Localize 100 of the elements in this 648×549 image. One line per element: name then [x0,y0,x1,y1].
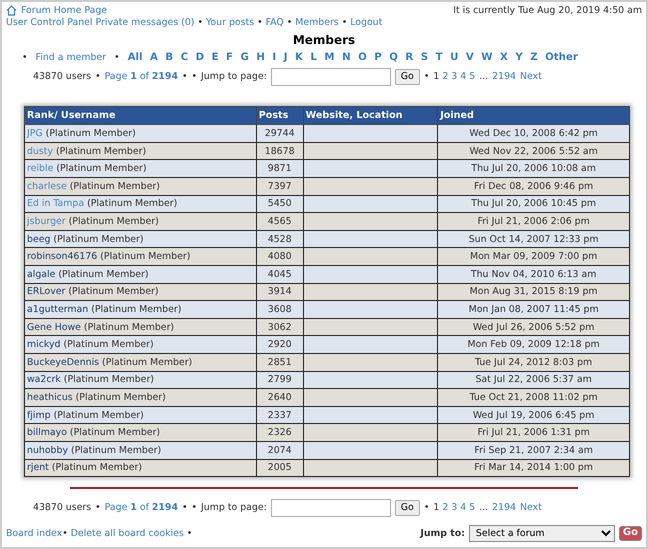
letter-link[interactable]: E [212,52,219,64]
letter-link[interactable]: J [284,52,288,64]
username-link[interactable]: charlese [27,180,67,192]
page-link[interactable]: 2 [442,502,448,514]
nav-link[interactable]: Logout [350,16,382,28]
table-cell: 9871 [256,160,304,178]
letter-link[interactable]: S [420,52,428,64]
nav-link[interactable]: User Control Panel [6,16,93,28]
letter-link[interactable]: N [342,52,351,64]
username-link[interactable]: Gene Howe [27,322,81,333]
letter-link[interactable]: A [150,52,158,64]
go-button[interactable]: Go [618,526,642,541]
page-input[interactable] [270,68,391,86]
current-page[interactable]: 1 [433,502,440,514]
username-link[interactable]: jsburger [27,216,66,228]
home-link[interactable]: Forum Home Page [21,5,108,17]
letter-link[interactable]: K [295,52,303,64]
letter-link[interactable]: F [226,52,234,64]
table-cell: 29744 [256,124,304,142]
page-input[interactable] [270,499,391,518]
go-button[interactable]: Go [394,500,420,516]
table-cell: 2640 [256,388,304,406]
username-link[interactable]: algale [27,268,56,280]
rank-label: (Platinum Member) [50,462,142,474]
next-link[interactable]: Next [520,71,542,84]
letter-link[interactable]: I [272,52,276,64]
username-link[interactable]: billmayo [27,427,67,438]
letter-link[interactable]: G [240,52,249,64]
next-link[interactable]: Next [520,502,542,514]
current-page[interactable]: 1 [433,71,440,84]
username-link[interactable]: beeg [27,234,50,245]
letter-link[interactable]: Y [515,52,523,64]
separator-dot: • [342,16,348,28]
find-member-link[interactable]: Find a member [36,52,106,64]
nav-link[interactable]: Private messages (0) [96,16,194,28]
forum-select[interactable]: Select a forum [468,525,615,542]
table-cell: Thu Nov 04, 2010 6:13 am [438,266,630,284]
rank-label: (Platinum Member) [57,268,149,280]
letter-link[interactable]: Other [545,52,578,64]
username-link[interactable]: reible [27,163,54,174]
username-link[interactable]: heathicus [27,392,73,403]
separator-dot: • [95,71,101,84]
letter-link[interactable]: All [128,52,142,64]
letter-link[interactable]: H [256,52,265,64]
page-indicator[interactable]: Page 1 of 2194 [104,71,178,84]
letter-link[interactable]: P [374,52,382,64]
page-link[interactable]: 5 [469,71,476,84]
username-link[interactable]: dusty [27,146,54,157]
letter-link[interactable]: R [405,52,414,64]
table-cell: Mon Jan 08, 2007 11:45 pm [438,300,630,318]
letter-link[interactable]: C [180,52,188,64]
table-cell: 4045 [256,266,304,284]
username-link[interactable]: ERLover [27,286,66,298]
letter-link[interactable]: L [310,52,317,64]
username-link[interactable]: wa2crk [27,374,61,386]
username-link[interactable]: mickyd [27,339,60,350]
go-button[interactable]: Go [394,69,420,86]
username-link[interactable]: Ed in Tampa [27,198,84,210]
username-link[interactable]: a1gutterman [27,304,88,315]
letter-link[interactable]: X [500,52,508,64]
separator-dot: • [114,52,120,64]
nav-link[interactable]: Your posts [206,16,254,28]
username-link[interactable]: fjimp [27,410,51,421]
letter-link[interactable]: O [358,52,367,64]
footer-link[interactable]: Delete all board cookies [70,528,184,539]
rank-label: (Platinum Member) [62,339,154,350]
page-indicator[interactable]: Page 1 of 2194 [104,502,178,514]
home-icon[interactable] [6,5,17,16]
username-link[interactable]: rjent [27,462,49,474]
table-cell: 3062 [256,318,304,336]
nav-link[interactable]: Members [295,16,339,28]
page-link[interactable]: 4 [460,71,466,84]
letter-link[interactable]: B [165,52,174,64]
letter-link[interactable]: W [481,52,492,64]
username-link[interactable]: robinson46176 [27,251,98,262]
table-cell: Sun Oct 14, 2007 12:33 pm [438,230,630,248]
page-link[interactable]: 4 [460,502,466,514]
username-link[interactable]: JPG [27,128,43,140]
page-link[interactable]: 3 [451,502,458,514]
user-count: 43870 users [33,502,92,514]
page-link[interactable]: 2 [442,71,448,84]
table-cell: Thu Jul 20, 2006 10:45 pm [438,195,630,213]
footer-link[interactable]: Board index [6,528,62,539]
username-link[interactable]: nuhobby [27,444,68,456]
page-link[interactable]: 2194 [492,502,516,514]
table-cell: 3914 [256,283,304,301]
letter-link[interactable]: Z [530,52,538,64]
username-link[interactable]: BuckeyeDennis [27,356,100,368]
page-link[interactable]: 2194 [492,71,516,84]
page-link[interactable]: 5 [469,502,476,514]
page-link[interactable]: 3 [451,71,458,84]
letter-link[interactable]: U [450,52,458,64]
letter-link[interactable]: T [436,52,443,64]
letter-link[interactable]: V [466,52,474,64]
table-cell: Wed Nov 22, 2006 5:52 am [438,142,630,160]
nav-link[interactable]: FAQ [266,16,284,28]
letter-link[interactable]: Q [389,52,398,64]
letter-link[interactable]: D [196,52,204,64]
letter-link[interactable]: M [324,52,335,64]
jump-label: Jump to page: [201,502,267,514]
